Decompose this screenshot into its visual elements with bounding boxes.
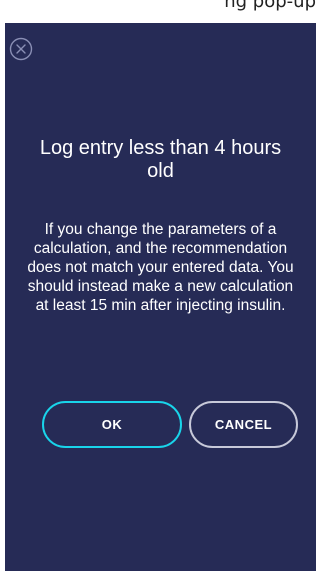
close-button[interactable] <box>8 36 34 62</box>
popup-dialog: Log entry less than 4 hours old If you c… <box>5 23 316 571</box>
cancel-button[interactable]: CANCEL <box>189 401 298 448</box>
screen: ng pop-up Log entry less than 4 hours ol… <box>0 0 322 571</box>
dialog-message: If you change the parameters of a calcul… <box>27 221 294 314</box>
dialog-title: Log entry less than 4 hours old <box>39 137 282 182</box>
background-page-text: ng pop-up <box>224 0 316 12</box>
close-circle-icon <box>9 37 33 61</box>
background-page-strip: ng pop-up <box>0 0 322 23</box>
ok-button[interactable]: OK <box>42 401 182 448</box>
